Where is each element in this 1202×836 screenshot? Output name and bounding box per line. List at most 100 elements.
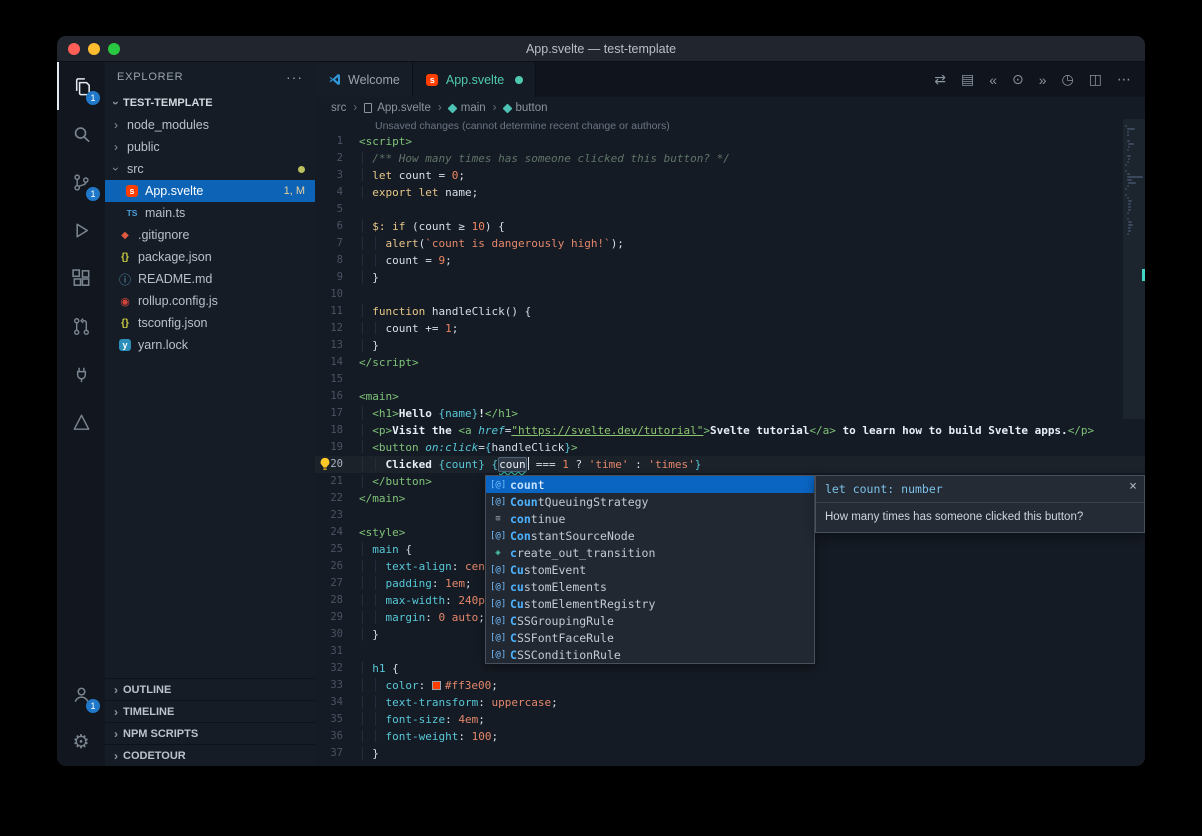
tab-app-svelte[interactable]: sApp.svelte <box>413 62 536 97</box>
code-line-14[interactable]: 14</script> <box>315 354 1145 371</box>
minimap-line <box>1128 200 1132 202</box>
code-line-6[interactable]: 6│ $: if (count ≥ 10) { <box>315 218 1145 235</box>
suggestion-label: CSSGroupingRule <box>510 614 614 628</box>
breadcrumb-main[interactable]: main <box>449 102 486 114</box>
folder-node-modules[interactable]: ›node_modules <box>105 114 315 136</box>
more-actions-icon[interactable]: ··· <box>286 69 303 85</box>
tab-welcome[interactable]: Welcome <box>315 62 413 97</box>
activity-run-debug-icon[interactable] <box>57 206 105 254</box>
lightbulb-icon[interactable] <box>318 457 332 471</box>
section-outline[interactable]: ›OUTLINE <box>105 678 315 700</box>
suggestion-constantsourcenode[interactable]: [@]ConstantSourceNode <box>486 527 814 544</box>
code-line-36[interactable]: 36│ │ font-weight: 100; <box>315 728 1145 745</box>
file-yarn-lock[interactable]: yyarn.lock <box>105 334 315 356</box>
project-root-header[interactable]: › TEST-TEMPLATE <box>105 92 315 114</box>
indent-guide: │ <box>359 339 372 352</box>
close-icon[interactable]: × <box>1129 479 1137 494</box>
folder-src[interactable]: ›src <box>105 158 315 180</box>
line-number: 2 <box>315 150 359 167</box>
indent-guide: │ <box>359 322 372 335</box>
suggestion-continue[interactable]: ≡continue <box>486 510 814 527</box>
code-line-15[interactable]: 15 <box>315 371 1145 388</box>
code-line-10[interactable]: 10 <box>315 286 1145 303</box>
suggestion-count[interactable]: [@]count <box>486 476 814 493</box>
code-line-35[interactable]: 35│ │ font-size: 4em; <box>315 711 1145 728</box>
code-line-37[interactable]: 37│ } <box>315 745 1145 762</box>
toggle-annotation-icon[interactable]: ⊙ <box>1012 71 1024 88</box>
activity-github-pull-requests-icon[interactable] <box>57 302 105 350</box>
open-changes-icon[interactable]: ⇄ <box>934 71 946 88</box>
indent-guide: │ <box>372 713 385 726</box>
minimize-button[interactable] <box>88 43 100 55</box>
code-line-5[interactable]: 5 <box>315 201 1145 218</box>
file-rollup-config-js[interactable]: ◉rollup.config.js <box>105 290 315 312</box>
minimap-line <box>1125 164 1127 166</box>
code-line-7[interactable]: 7│ │ alert(`count is dangerously high!`)… <box>315 235 1145 252</box>
titlebar[interactable]: App.svelte — test-template <box>57 36 1145 62</box>
line-number: 25 <box>315 541 359 558</box>
file-tsconfig-json[interactable]: {}tsconfig.json <box>105 312 315 334</box>
breadcrumb-src[interactable]: src <box>331 102 346 114</box>
breadcrumb-button[interactable]: button <box>504 102 548 114</box>
minimap-line <box>1127 176 1143 178</box>
previous-annotation-icon[interactable]: « <box>989 72 997 88</box>
minimap[interactable] <box>1123 119 1145 766</box>
code-line-3[interactable]: 3│ let count = 0; <box>315 167 1145 184</box>
folder-public[interactable]: ›public <box>105 136 315 158</box>
code-line-17[interactable]: 17│ <h1>Hello {name}!</h1> <box>315 405 1145 422</box>
file-package-json[interactable]: {}package.json <box>105 246 315 268</box>
more-actions-icon[interactable]: ⋯ <box>1117 71 1131 88</box>
code-line-13[interactable]: 13│ } <box>315 337 1145 354</box>
file-label: rollup.config.js <box>138 294 218 308</box>
activity-azure-icon[interactable] <box>57 398 105 446</box>
code-line-33[interactable]: 33│ │ color: #ff3e00; <box>315 677 1145 694</box>
file-app-svelte[interactable]: sApp.svelte1, M <box>105 180 315 202</box>
activity-remote-explorer-icon[interactable] <box>57 350 105 398</box>
file-main-ts[interactable]: TSmain.ts <box>105 202 315 224</box>
code-line-20[interactable]: 20│ │ Clicked {count} {coun === 1 ? 'tim… <box>315 456 1145 473</box>
suggestion-customelements[interactable]: [@]customElements <box>486 578 814 595</box>
activity-explorer-icon[interactable]: 1 <box>57 62 105 110</box>
section-timeline[interactable]: ›TIMELINE <box>105 700 315 722</box>
code-line-19[interactable]: 19│ <button on:click={handleClick}> <box>315 439 1145 456</box>
code-line-1[interactable]: 1<script> <box>315 133 1145 150</box>
code-line-4[interactable]: 4│ export let name; <box>315 184 1145 201</box>
suggestion-create-out-transition[interactable]: ◈create_out_transition <box>486 544 814 561</box>
line-number: 18 <box>315 422 359 439</box>
code-line-11[interactable]: 11│ function handleClick() { <box>315 303 1145 320</box>
suggestion-customevent[interactable]: [@]CustomEvent <box>486 561 814 578</box>
file-tree: ›node_modules›public›srcsApp.svelte1, MT… <box>105 114 315 356</box>
split-editor-icon[interactable]: ◫ <box>1089 71 1102 88</box>
code-line-2[interactable]: 2│ /** How many times has someone clicke… <box>315 150 1145 167</box>
suggestion-cssgroupingrule[interactable]: [@]CSSGroupingRule <box>486 612 814 629</box>
file-readme-md[interactable]: ⓘREADME.md <box>105 268 315 290</box>
code-line-18[interactable]: 18│ <p>Visit the <a href="https://svelte… <box>315 422 1145 439</box>
code-line-8[interactable]: 8│ │ count = 9; <box>315 252 1145 269</box>
suggestion-cssconditionrule[interactable]: [@]CSSConditionRule <box>486 646 814 663</box>
activity-settings-icon[interactable]: ⚙ <box>57 718 105 766</box>
section-codetour[interactable]: ›CODETOUR <box>105 744 315 766</box>
zoom-button[interactable] <box>108 43 120 55</box>
file-history-icon[interactable]: ◷ <box>1062 71 1074 88</box>
next-annotation-icon[interactable]: » <box>1039 72 1047 88</box>
file--gitignore[interactable]: ◆.gitignore <box>105 224 315 246</box>
activity-badge: 1 <box>86 91 100 105</box>
close-button[interactable] <box>68 43 80 55</box>
suggestion-countqueuingstrategy[interactable]: [@]CountQueuingStrategy <box>486 493 814 510</box>
yarn-file-icon: y <box>117 339 133 351</box>
breadcrumb-app-svelte[interactable]: App.svelte <box>364 102 431 114</box>
code-line-16[interactable]: 16<main> <box>315 388 1145 405</box>
code-line-9[interactable]: 9│ } <box>315 269 1145 286</box>
section-npm-scripts[interactable]: ›NPM SCRIPTS <box>105 722 315 744</box>
suggestion-customelementregistry[interactable]: [@]CustomElementRegistry <box>486 595 814 612</box>
activity-extensions-icon[interactable] <box>57 254 105 302</box>
code-line-34[interactable]: 34│ │ text-transform: uppercase; <box>315 694 1145 711</box>
activity-source-control-icon[interactable]: 1 <box>57 158 105 206</box>
suggestion-cssfontfacerule[interactable]: [@]CSSFontFaceRule <box>486 629 814 646</box>
line-number: 26 <box>315 558 359 575</box>
open-preview-icon[interactable]: ▤ <box>961 71 974 88</box>
activity-search-icon[interactable] <box>57 110 105 158</box>
activity-accounts-icon[interactable]: 1 <box>57 670 105 718</box>
line-number: 10 <box>315 286 359 303</box>
code-line-12[interactable]: 12│ │ count += 1; <box>315 320 1145 337</box>
